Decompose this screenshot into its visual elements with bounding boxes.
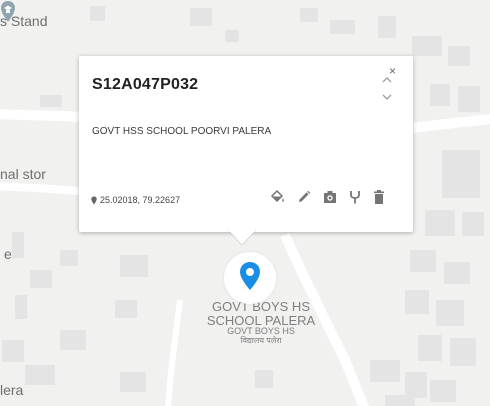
map-place-label: e bbox=[4, 246, 12, 262]
school-label-line: GOVT BOYS HS bbox=[211, 299, 310, 314]
camera-button[interactable] bbox=[323, 190, 337, 204]
popup-coordinates: 25.02018, 79.22627 bbox=[91, 195, 180, 205]
coordinates-text: 25.02018, 79.22627 bbox=[100, 195, 181, 205]
school-label-line: विद्यालय पलेरा bbox=[240, 335, 282, 345]
popup-title: S12A047P032 bbox=[92, 76, 199, 93]
map-pin-icon bbox=[240, 262, 260, 290]
school-poi-icon[interactable] bbox=[0, 0, 16, 24]
popup-action-toolbar bbox=[270, 189, 385, 204]
paint-bucket-icon bbox=[270, 189, 284, 203]
delete-button[interactable] bbox=[373, 189, 385, 204]
paint-bucket-button[interactable] bbox=[270, 189, 285, 204]
school-map-label: GOVT BOYS HS SCHOOL PALERA GOVT BOYS HS … bbox=[196, 300, 326, 345]
map-place-label: nal stor bbox=[0, 166, 46, 182]
popup-close-button[interactable]: × bbox=[389, 65, 396, 77]
popup-pointer bbox=[228, 230, 256, 246]
map-place-label: lera bbox=[0, 382, 24, 398]
pencil-icon bbox=[299, 190, 311, 202]
popup-school-name: GOVT HSS SCHOOL POORVI PALERA bbox=[92, 126, 272, 137]
tuning-fork-icon bbox=[350, 190, 360, 203]
location-info-popup: S12A047P032 × GOVT HSS SCHOOL POORVI PAL… bbox=[79, 56, 413, 232]
edit-button[interactable] bbox=[297, 190, 311, 204]
trash-icon bbox=[374, 189, 384, 204]
selected-location-marker[interactable] bbox=[224, 252, 276, 304]
camera-icon bbox=[324, 190, 336, 203]
location-pin-icon bbox=[91, 196, 97, 204]
school-label-line: SCHOOL PALERA bbox=[206, 312, 316, 328]
tuning-fork-button[interactable] bbox=[349, 190, 361, 204]
